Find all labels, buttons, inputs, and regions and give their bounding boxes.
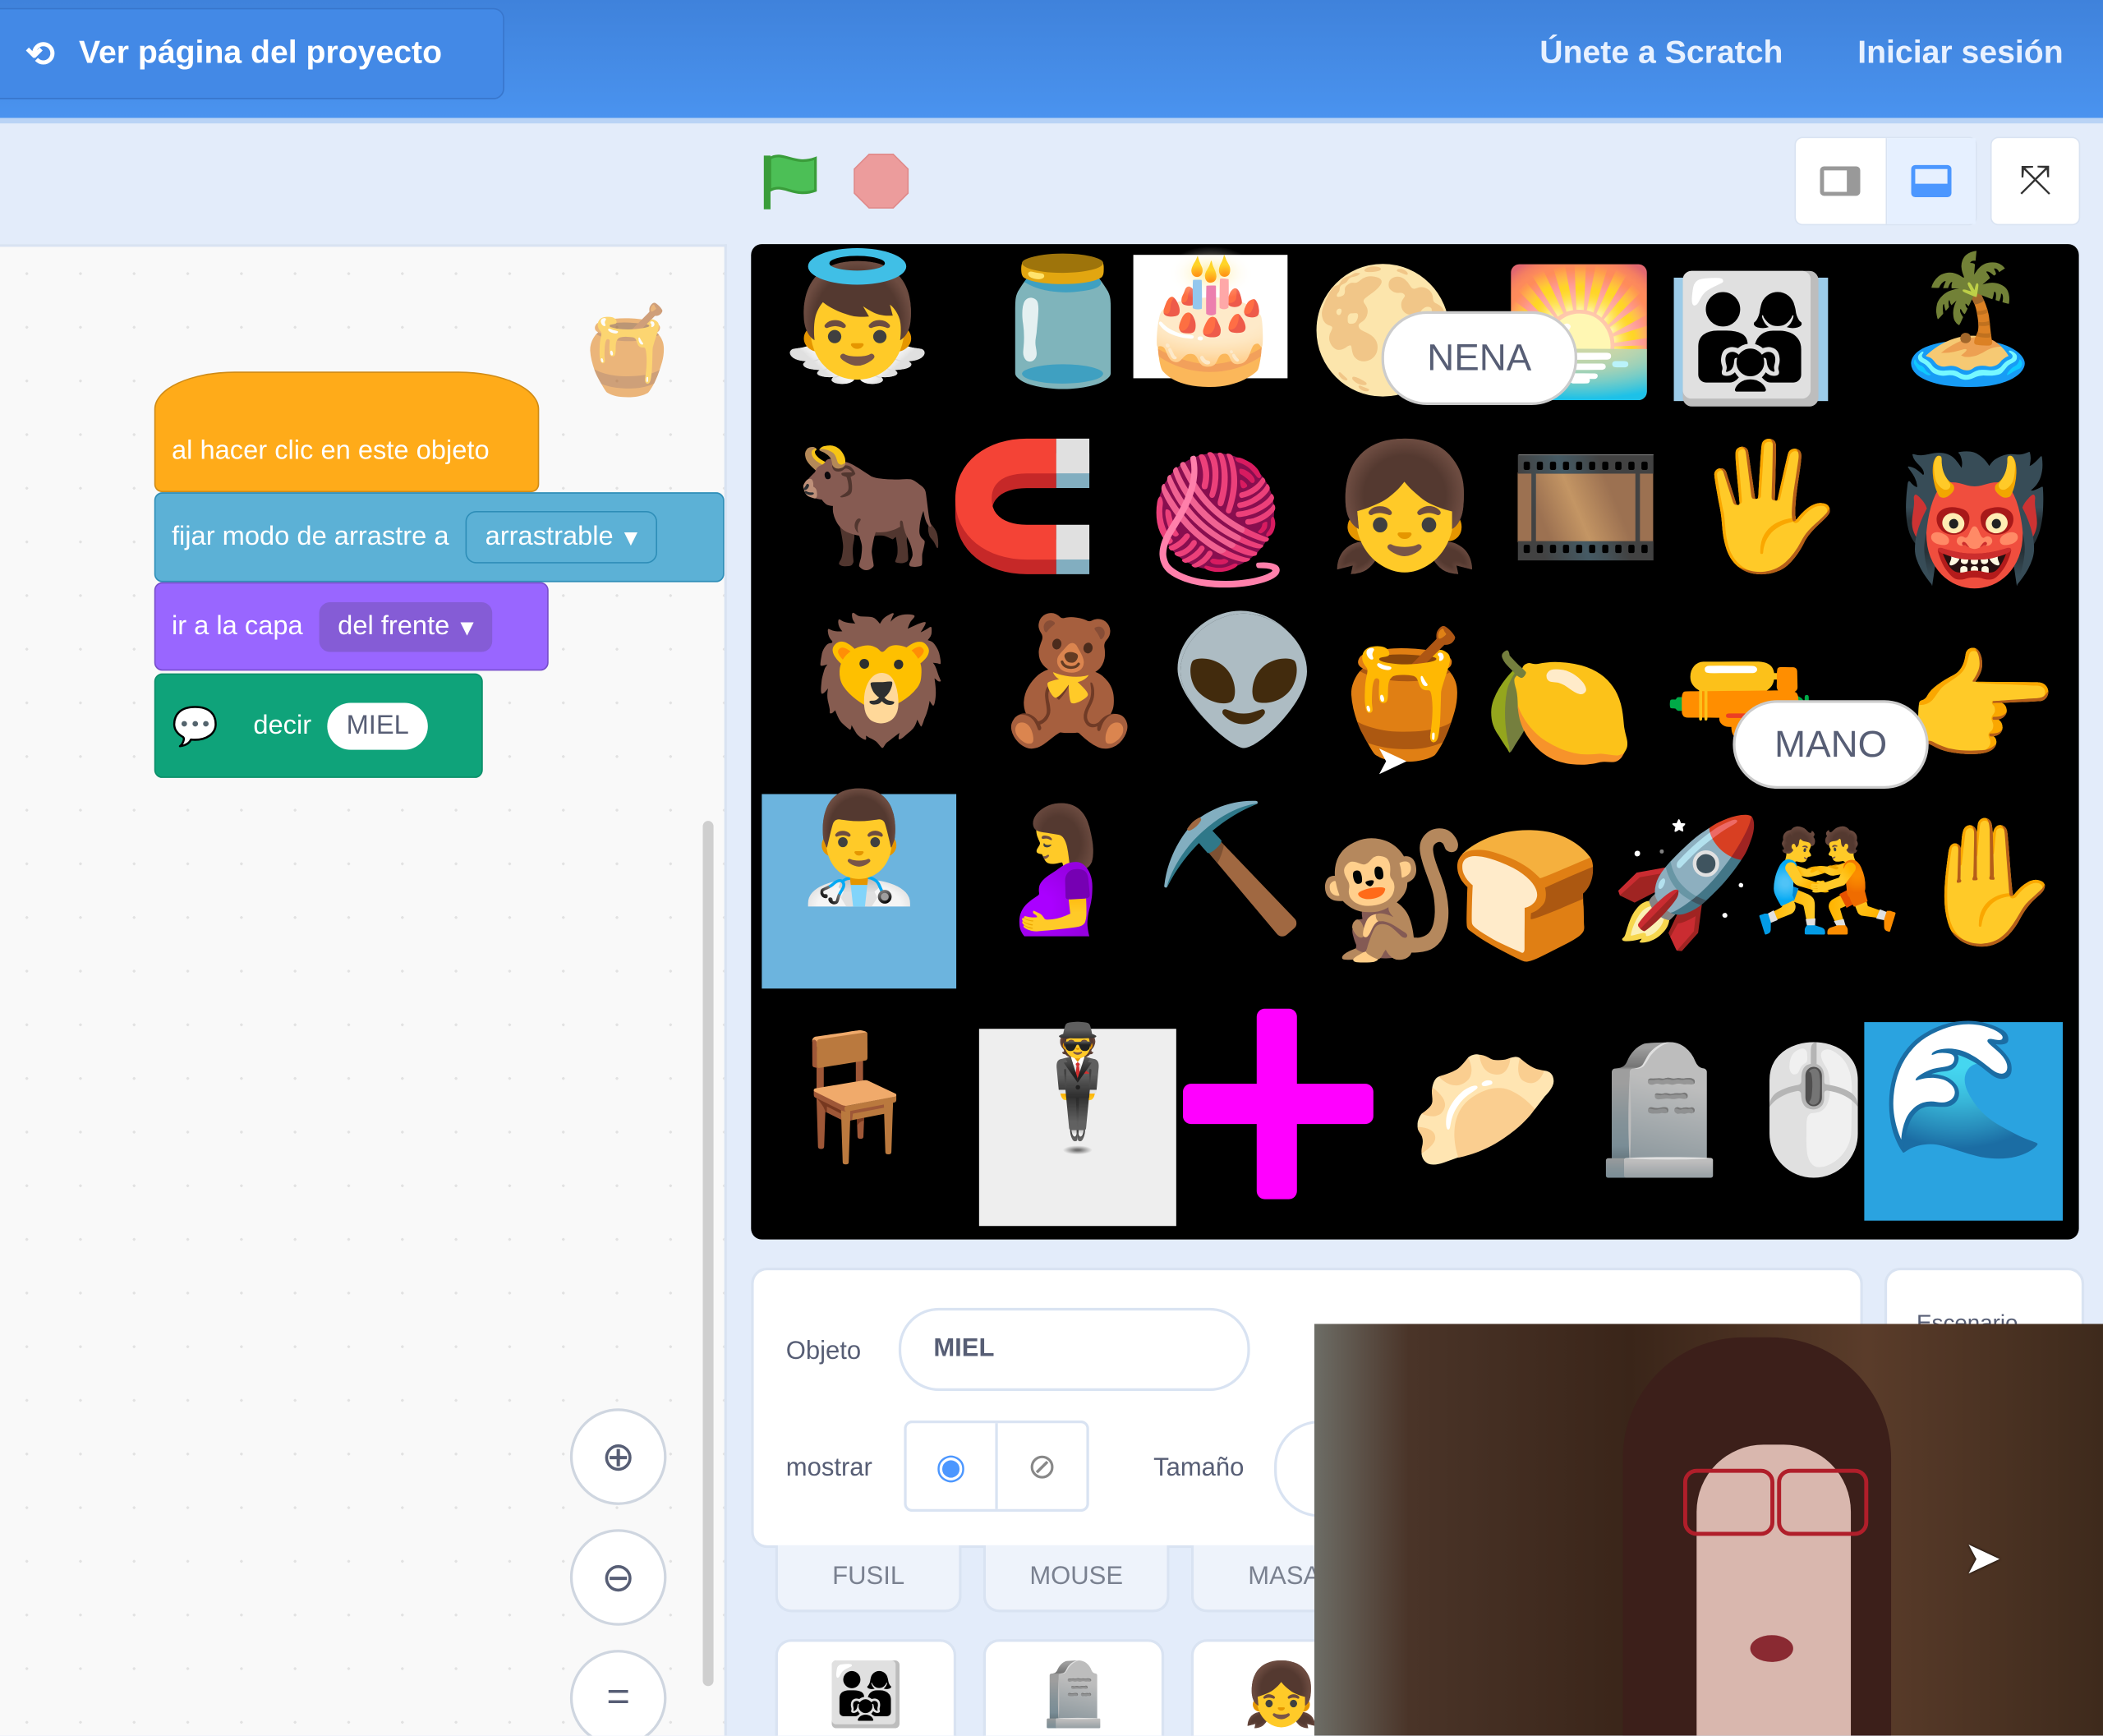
- fullscreen-icon: ⤧: [2018, 158, 2052, 203]
- sign-in-link[interactable]: Iniciar sesión: [1857, 35, 2063, 72]
- view-project-button[interactable]: ⟲ Ver página del proyecto: [0, 7, 504, 99]
- zoom-in-button[interactable]: ⊕: [569, 1408, 667, 1505]
- bread-sprite[interactable]: 🍞: [1448, 835, 1602, 958]
- go-to-layer-block[interactable]: ir a la capa del frente ▾: [154, 582, 549, 671]
- dough-sprite[interactable]: 🥟: [1408, 1049, 1562, 1172]
- hat-sprite[interactable]: 🧶: [1140, 458, 1294, 582]
- sprite-name-label: Objeto: [785, 1337, 862, 1366]
- angel-sprite[interactable]: 👼: [780, 255, 934, 378]
- zoom-reset-button[interactable]: =: [569, 1650, 667, 1736]
- eye-icon: ◉: [936, 1445, 967, 1486]
- layer-dropdown[interactable]: del frente ▾: [319, 601, 493, 652]
- show-visible-button[interactable]: ◉: [907, 1423, 998, 1509]
- mouse-cursor-icon: ➤: [1963, 1533, 2002, 1585]
- magnet-sprite[interactable]: 🧲: [946, 445, 1099, 569]
- desk-sprite[interactable]: 🪑: [775, 1035, 929, 1158]
- sprite-tile-tombstone[interactable]: 🪦: [982, 1639, 1165, 1736]
- teddy-sprite[interactable]: 🧸: [992, 619, 1146, 743]
- hand-sprite[interactable]: ✋: [1912, 821, 2065, 944]
- tombstone-sprite[interactable]: 🪦: [1583, 1049, 1737, 1172]
- bull-sprite[interactable]: 🐂: [794, 445, 948, 569]
- zoom-out-icon: ⊖: [601, 1555, 636, 1600]
- mouse-cursor-icon: ➤: [1374, 739, 1409, 784]
- sprite-tab-fusil[interactable]: FUSIL: [775, 1545, 962, 1613]
- waves-sprite[interactable]: 🌊: [1864, 1022, 2064, 1221]
- stage[interactable]: 👼 🫙 🎂 🌕 🌅 👨‍👩‍👧 🏝️ NENA 🐂 🧲 🧶 👧 🎞️ 🖐️ 👹 …: [751, 244, 2079, 1240]
- small-stage-icon: [1820, 166, 1861, 196]
- film-reel-sprite[interactable]: 🎞️: [1509, 445, 1663, 569]
- speech-icon: 💬: [171, 704, 219, 747]
- fullscreen-button[interactable]: ⤧: [1990, 136, 2081, 226]
- small-stage-button[interactable]: [1796, 138, 1887, 224]
- webcam-overlay: ➤: [1314, 1324, 2103, 1736]
- sprite-tab-mouse[interactable]: MOUSE: [982, 1545, 1170, 1613]
- large-stage-button[interactable]: [1886, 138, 1976, 224]
- green-flag-icon[interactable]: [762, 150, 823, 219]
- say-input[interactable]: MIEL: [327, 702, 428, 749]
- scrollbar[interactable]: [702, 821, 714, 1687]
- monkey-sprite[interactable]: 🐒: [1314, 835, 1468, 958]
- doctor-sprite[interactable]: 👨‍⚕️: [762, 794, 957, 989]
- show-hidden-button[interactable]: ⊘: [998, 1423, 1087, 1508]
- lion-sprite[interactable]: 🦁: [805, 619, 959, 743]
- speech-bubble-nena: NENA: [1381, 311, 1577, 406]
- alien-sprite[interactable]: 👽: [1167, 619, 1320, 743]
- webcam-mouth: [1750, 1635, 1793, 1662]
- dropdown-arrow-icon: ▾: [460, 612, 474, 642]
- hands-sprite[interactable]: 🖐️: [1690, 445, 1843, 569]
- sumo-sprite[interactable]: 🤼: [1751, 821, 1904, 944]
- top-bar: ⟲ Ver página del proyecto Únete a Scratc…: [0, 0, 2103, 124]
- size-label: Tamaño: [1153, 1453, 1245, 1483]
- stop-icon[interactable]: [853, 153, 909, 216]
- sprite-thumbnail-jar: 🍯: [573, 302, 681, 398]
- cake-sprite[interactable]: 🎂: [1133, 255, 1287, 379]
- lemon-sprite[interactable]: 🍋: [1482, 647, 1636, 770]
- sprite-name-input[interactable]: MIEL: [898, 1307, 1250, 1392]
- sprite-tile-children[interactable]: 👨‍👩‍👧: [775, 1639, 957, 1736]
- dropdown-arrow-icon: ▾: [624, 523, 638, 553]
- say-block[interactable]: 💬 decir MIEL: [154, 673, 483, 778]
- jar-sprite[interactable]: 🫙: [986, 260, 1139, 384]
- remix-icon: ⟲: [25, 32, 55, 73]
- show-label: mostrar: [785, 1453, 872, 1483]
- monster-sprite[interactable]: 👹: [1898, 458, 2051, 582]
- drag-mode-dropdown[interactable]: arrastrable ▾: [465, 511, 658, 564]
- glasses-left: [1682, 1468, 1774, 1536]
- zoom-out-button[interactable]: ⊖: [569, 1529, 667, 1626]
- set-drag-mode-block[interactable]: fijar modo de arrastre a arrastrable ▾: [154, 492, 725, 583]
- man-sprite[interactable]: 🕴️: [978, 1029, 1176, 1227]
- equals-icon: =: [606, 1675, 630, 1720]
- island-sprite[interactable]: 🏝️: [1891, 257, 2045, 380]
- code-area[interactable]: 🍯 al hacer clic en este objeto fijar mod…: [0, 244, 727, 1736]
- hat-block-when-clicked[interactable]: al hacer clic en este objeto: [154, 371, 540, 493]
- children-sprite[interactable]: 👨‍👩‍👧: [1673, 277, 1828, 402]
- eye-off-icon: ⊘: [1027, 1445, 1057, 1486]
- large-stage-icon: [1911, 164, 1952, 197]
- girl-sprite[interactable]: 👧: [1328, 445, 1481, 569]
- speech-bubble-mano: MANO: [1733, 700, 1929, 789]
- miner-sprite[interactable]: ⛏️: [1153, 808, 1307, 931]
- rocket-sprite[interactable]: 🚀: [1609, 821, 1763, 944]
- plus-sprite[interactable]: [1182, 1008, 1374, 1200]
- mother-sprite[interactable]: 🤰: [979, 808, 1133, 931]
- zoom-in-icon: ⊕: [601, 1434, 636, 1479]
- join-link[interactable]: Únete a Scratch: [1539, 35, 1783, 72]
- glasses-right: [1777, 1468, 1869, 1536]
